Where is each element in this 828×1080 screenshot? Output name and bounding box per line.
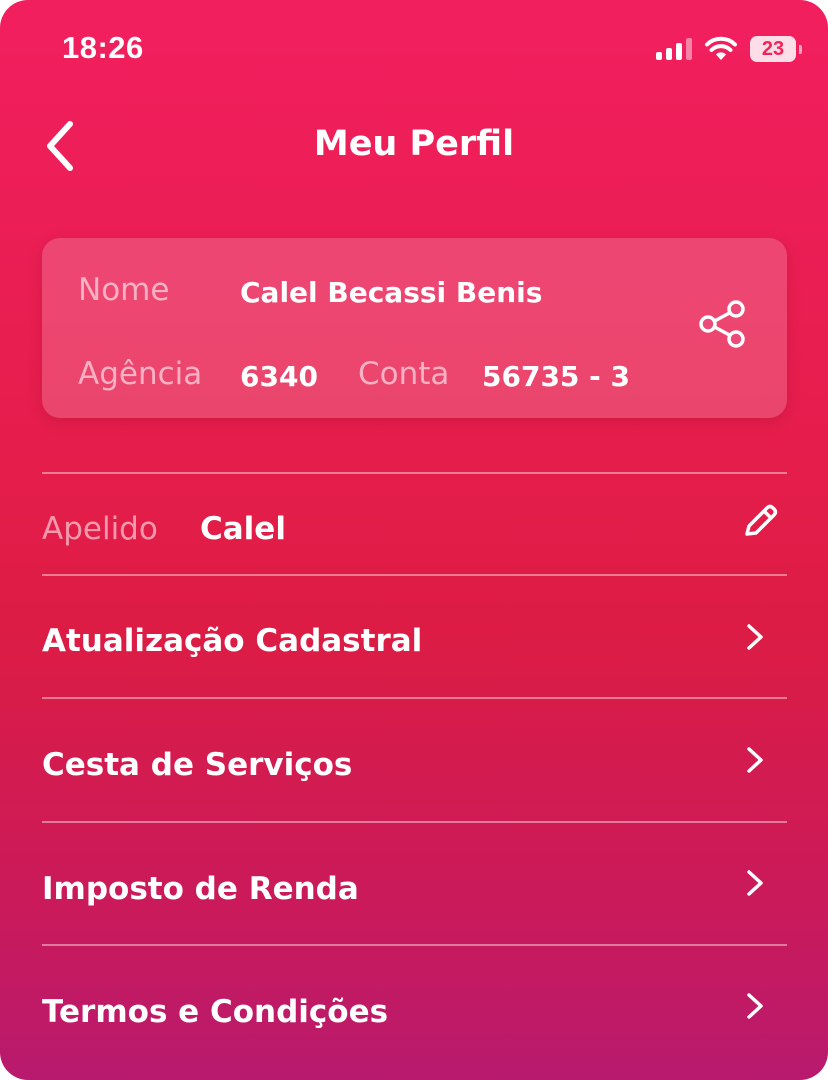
nickname-value: Calel bbox=[200, 511, 286, 547]
chevron-right-icon bbox=[747, 624, 763, 650]
pencil-icon bbox=[745, 504, 778, 536]
chevron-right-icon bbox=[747, 993, 763, 1019]
signal-icon bbox=[656, 38, 692, 60]
menu-item-imposto-de-renda[interactable]: Imposto de Renda bbox=[42, 823, 787, 943]
status-time: 18:26 bbox=[62, 30, 144, 65]
menu-item-label: Cesta de Serviços bbox=[42, 747, 353, 783]
name-label: Nome bbox=[78, 272, 170, 308]
profile-screen: 18:26 23 Meu Perfil Nome Calel Becassi B… bbox=[0, 0, 828, 1080]
status-icons: 23 bbox=[656, 36, 802, 62]
agency-label: Agência bbox=[78, 356, 203, 392]
account-value: 56735 - 3 bbox=[482, 360, 631, 393]
chevron-right-icon bbox=[747, 870, 763, 896]
menu-item-label: Atualização Cadastral bbox=[42, 623, 423, 659]
account-label: Conta bbox=[358, 356, 450, 392]
battery-icon: 23 bbox=[750, 36, 802, 62]
account-info-card: Nome Calel Becassi Benis Agência 6340 Co… bbox=[42, 238, 787, 418]
share-icon bbox=[699, 300, 745, 348]
menu-item-cesta-de-servicos[interactable]: Cesta de Serviços bbox=[42, 699, 787, 819]
share-button[interactable] bbox=[695, 298, 751, 354]
menu-item-label: Imposto de Renda bbox=[42, 871, 359, 907]
menu-item-atualizacao-cadastral[interactable]: Atualização Cadastral bbox=[42, 576, 787, 696]
chevron-right-icon bbox=[747, 747, 763, 773]
edit-nickname-button[interactable] bbox=[739, 500, 781, 542]
menu-item-termos-e-condicoes[interactable]: Termos e Condições bbox=[42, 946, 787, 1066]
name-value: Calel Becassi Benis bbox=[240, 276, 543, 309]
nickname-row: Apelido Calel bbox=[42, 474, 787, 574]
nickname-label: Apelido bbox=[42, 511, 158, 547]
menu-item-label: Termos e Condições bbox=[42, 994, 389, 1030]
page-title: Meu Perfil bbox=[313, 124, 515, 164]
wifi-icon bbox=[705, 36, 737, 60]
agency-value: 6340 bbox=[240, 360, 318, 393]
